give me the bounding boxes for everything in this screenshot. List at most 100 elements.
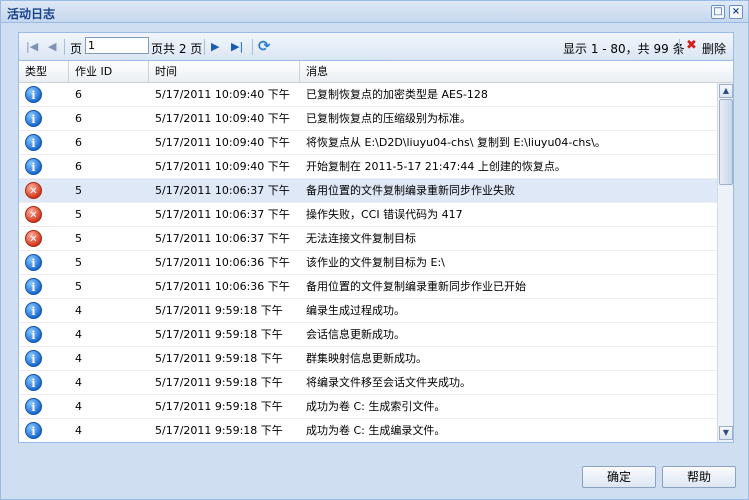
column-job-id[interactable]: 作业 ID bbox=[69, 61, 149, 82]
job-id-cell: 6 bbox=[75, 160, 82, 173]
info-icon: i bbox=[25, 326, 42, 343]
time-cell: 5/17/2011 10:06:37 下午 bbox=[155, 184, 290, 197]
time-cell: 5/17/2011 9:59:18 下午 bbox=[155, 424, 283, 437]
info-icon: i bbox=[25, 134, 42, 151]
type-cell: i bbox=[25, 134, 42, 151]
info-icon: i bbox=[25, 374, 42, 391]
next-page-icon[interactable]: ▶ bbox=[211, 40, 219, 54]
message-cell: 编录生成过程成功。 bbox=[306, 304, 405, 317]
toolbar-separator bbox=[204, 39, 205, 55]
message-cell: 群集映射信息更新成功。 bbox=[306, 352, 427, 365]
help-button[interactable]: 帮助 bbox=[662, 466, 736, 488]
table-row[interactable]: i 4 5/17/2011 9:59:18 下午 成功为卷 C: 生成编录文件。 bbox=[19, 419, 717, 442]
delete-icon[interactable]: ✖ bbox=[686, 39, 697, 53]
column-type[interactable]: 类型 bbox=[19, 61, 69, 82]
table-row[interactable]: i 6 5/17/2011 10:09:40 下午 将恢复点从 E:\D2D\liuy… bbox=[19, 131, 717, 155]
table-row[interactable]: i 4 5/17/2011 9:59:18 下午 成功为卷 C: 生成索引文件。 bbox=[19, 395, 717, 419]
refresh-icon[interactable]: ⟳ bbox=[258, 37, 271, 55]
type-cell: i bbox=[25, 158, 42, 175]
time-cell: 5/17/2011 10:09:40 下午 bbox=[155, 112, 290, 125]
page-total-label: 页共 2 页 bbox=[151, 42, 203, 56]
table-row[interactable]: i 5 5/17/2011 10:06:36 下午 备用位置的文件复制编录重新同步作业… bbox=[19, 275, 717, 299]
message-cell: 该作业的文件复制目标为 E:\ bbox=[306, 256, 445, 269]
last-page-icon[interactable]: ▶| bbox=[231, 40, 243, 54]
message-cell: 将编录文件移至会话文件夹成功。 bbox=[306, 376, 471, 389]
job-id-cell: 5 bbox=[75, 184, 82, 197]
info-icon: i bbox=[25, 398, 42, 415]
table-row[interactable]: ✕ 5 5/17/2011 10:06:37 下午 无法连接文件复制目标 bbox=[19, 227, 717, 251]
info-icon: i bbox=[25, 254, 42, 271]
type-cell: ✕ bbox=[25, 230, 42, 247]
type-cell: i bbox=[25, 86, 42, 103]
time-cell: 5/17/2011 10:06:37 下午 bbox=[155, 232, 290, 245]
table-row[interactable]: i 4 5/17/2011 9:59:18 下午 编录生成过程成功。 bbox=[19, 299, 717, 323]
window-title: 活动日志 bbox=[7, 7, 56, 21]
time-cell: 5/17/2011 9:59:18 下午 bbox=[155, 400, 283, 413]
job-id-cell: 5 bbox=[75, 208, 82, 221]
time-cell: 5/17/2011 9:59:18 下午 bbox=[155, 328, 283, 341]
table-row[interactable]: ✕ 5 5/17/2011 10:06:37 下午 备用位置的文件复制编录重新同步作业… bbox=[19, 179, 717, 203]
title-bar[interactable]: 活动日志 □ × bbox=[1, 1, 748, 23]
type-cell: ✕ bbox=[25, 206, 42, 223]
time-cell: 5/17/2011 9:59:18 下午 bbox=[155, 304, 283, 317]
job-id-cell: 4 bbox=[75, 304, 82, 317]
message-cell: 成功为卷 C: 生成编录文件。 bbox=[306, 424, 446, 437]
job-id-cell: 4 bbox=[75, 424, 82, 437]
type-cell: i bbox=[25, 302, 42, 319]
activity-log-window: 活动日志 □ × |◀ ◀ 页 页共 2 页 ▶ ▶| ⟳ 显示 1 - 80，… bbox=[0, 0, 749, 500]
job-id-cell: 5 bbox=[75, 256, 82, 269]
message-cell: 备用位置的文件复制编录重新同步作业失败 bbox=[306, 184, 515, 197]
first-page-icon[interactable]: |◀ bbox=[26, 40, 38, 54]
scroll-thumb[interactable] bbox=[719, 99, 733, 185]
table-row[interactable]: ✕ 5 5/17/2011 10:06:37 下午 操作失败，CCI 错误代码为 41… bbox=[19, 203, 717, 227]
column-message[interactable]: 消息 bbox=[300, 61, 733, 82]
error-icon: ✕ bbox=[25, 230, 42, 247]
table-row[interactable]: i 5 5/17/2011 10:06:36 下午 该作业的文件复制目标为 E:\ bbox=[19, 251, 717, 275]
time-cell: 5/17/2011 10:09:40 下午 bbox=[155, 88, 290, 101]
info-icon: i bbox=[25, 302, 42, 319]
job-id-cell: 4 bbox=[75, 328, 82, 341]
close-icon[interactable]: × bbox=[729, 5, 743, 19]
toolbar-separator bbox=[679, 39, 680, 55]
maximize-icon[interactable]: □ bbox=[711, 5, 725, 19]
message-cell: 操作失败，CCI 错误代码为 417 bbox=[306, 208, 463, 221]
paging-toolbar: |◀ ◀ 页 页共 2 页 ▶ ▶| ⟳ 显示 1 - 80，共 99 条 ✖ … bbox=[19, 33, 733, 61]
column-header: 类型 作业 ID 时间 消息 bbox=[19, 61, 733, 83]
page-number-input[interactable] bbox=[85, 37, 149, 54]
type-cell: i bbox=[25, 350, 42, 367]
table-row[interactable]: i 6 5/17/2011 10:09:40 下午 开始复制在 2011-5-17 2… bbox=[19, 155, 717, 179]
type-cell: i bbox=[25, 110, 42, 127]
message-cell: 已复制恢复点的压缩级别为标准。 bbox=[306, 112, 471, 125]
job-id-cell: 5 bbox=[75, 232, 82, 245]
message-cell: 成功为卷 C: 生成索引文件。 bbox=[306, 400, 446, 413]
info-icon: i bbox=[25, 278, 42, 295]
table-row[interactable]: i 4 5/17/2011 9:59:18 下午 群集映射信息更新成功。 bbox=[19, 347, 717, 371]
table-row[interactable]: i 6 5/17/2011 10:09:40 下午 已复制恢复点的压缩级别为标准。 bbox=[19, 107, 717, 131]
scroll-down-icon[interactable]: ▼ bbox=[719, 426, 733, 440]
job-id-cell: 5 bbox=[75, 280, 82, 293]
vertical-scrollbar[interactable]: ▲ ▼ bbox=[717, 83, 733, 442]
time-cell: 5/17/2011 10:06:36 下午 bbox=[155, 256, 290, 269]
table-row[interactable]: i 6 5/17/2011 10:09:40 下午 已复制恢复点的加密类型是 AES-… bbox=[19, 83, 717, 107]
type-cell: i bbox=[25, 422, 42, 439]
scroll-up-icon[interactable]: ▲ bbox=[719, 84, 733, 98]
type-cell: i bbox=[25, 278, 42, 295]
toolbar-separator bbox=[252, 39, 253, 55]
time-cell: 5/17/2011 10:09:40 下午 bbox=[155, 136, 290, 149]
job-id-cell: 6 bbox=[75, 88, 82, 101]
type-cell: i bbox=[25, 398, 42, 415]
time-cell: 5/17/2011 10:06:37 下午 bbox=[155, 208, 290, 221]
error-icon: ✕ bbox=[25, 182, 42, 199]
table-row[interactable]: i 4 5/17/2011 9:59:18 下午 会话信息更新成功。 bbox=[19, 323, 717, 347]
type-cell: ✕ bbox=[25, 182, 42, 199]
info-icon: i bbox=[25, 158, 42, 175]
table-row[interactable]: i 4 5/17/2011 9:59:18 下午 将编录文件移至会话文件夹成功。 bbox=[19, 371, 717, 395]
ok-button[interactable]: 确定 bbox=[582, 466, 656, 488]
log-grid-panel: |◀ ◀ 页 页共 2 页 ▶ ▶| ⟳ 显示 1 - 80，共 99 条 ✖ … bbox=[18, 32, 734, 443]
delete-button[interactable]: 删除 bbox=[702, 40, 726, 57]
time-cell: 5/17/2011 9:59:18 下午 bbox=[155, 376, 283, 389]
display-info: 显示 1 - 80，共 99 条 bbox=[563, 42, 685, 56]
message-cell: 将恢复点从 E:\D2D\liuyu04-chs\ 复制到 E:\liuyu04… bbox=[306, 136, 606, 149]
prev-page-icon[interactable]: ◀ bbox=[48, 40, 56, 54]
column-time[interactable]: 时间 bbox=[149, 61, 300, 82]
